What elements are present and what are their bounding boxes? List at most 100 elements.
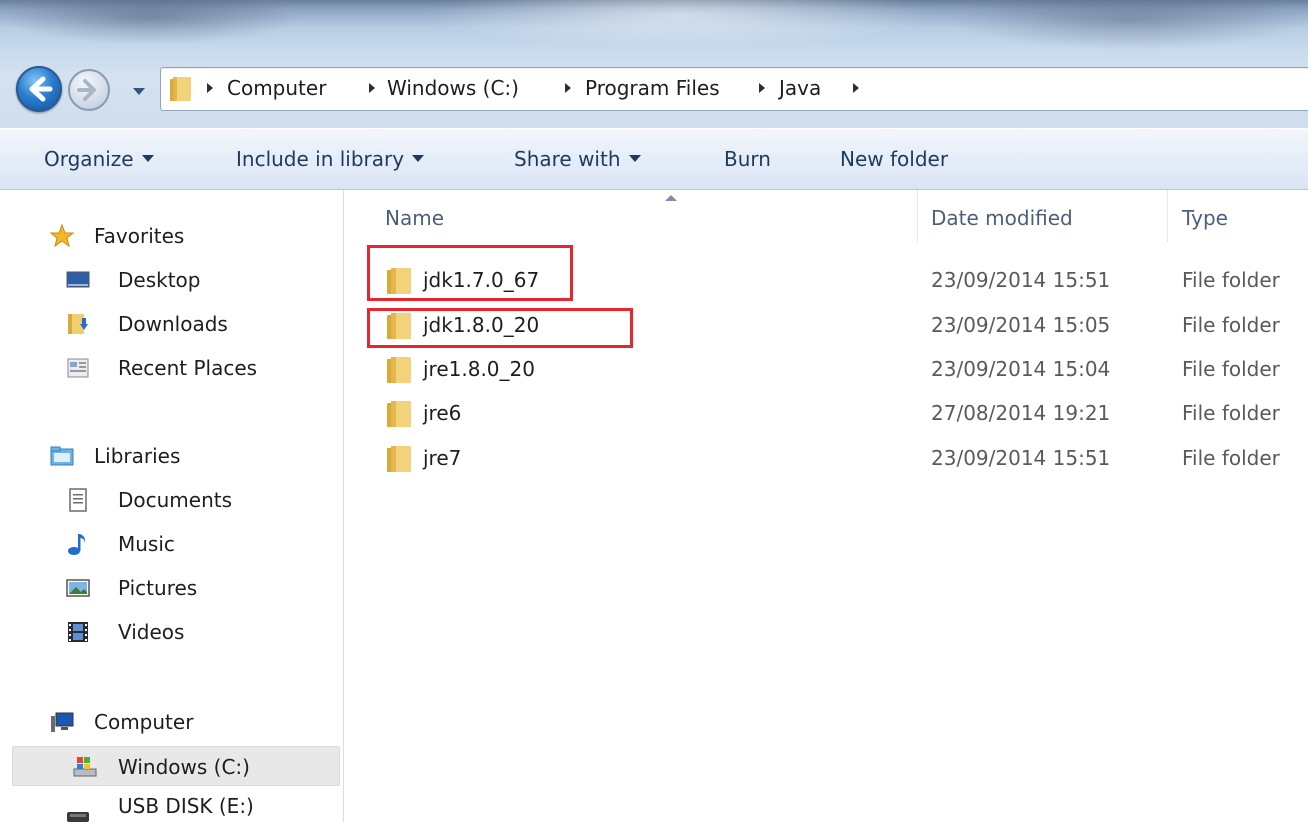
sidebar-item-label: USB DISK (E:)	[118, 794, 254, 818]
sidebar-item-label: Recent Places	[118, 356, 258, 380]
sidebar-item-documents[interactable]: Documents	[0, 480, 344, 520]
breadcrumb-arrow-icon[interactable]	[205, 80, 215, 96]
file-date: 23/09/2014 15:04	[931, 357, 1111, 381]
recent-pages-chevron-icon[interactable]	[130, 82, 148, 100]
sidebar-item-computer[interactable]: Computer	[0, 702, 344, 742]
column-separator[interactable]	[1167, 190, 1168, 242]
file-name: jre6	[423, 401, 462, 425]
titlebar-glare	[0, 0, 300, 45]
titlebar-glare	[420, 0, 940, 50]
folder-icon	[387, 268, 411, 294]
hard-drive-icon	[73, 757, 97, 777]
sidebar-item-usb-disk[interactable]: USB DISK (E:)	[0, 792, 344, 822]
sidebar-item-desktop[interactable]: Desktop	[0, 260, 344, 300]
new-folder-button[interactable]: New folder	[840, 147, 948, 171]
file-type: File folder	[1182, 313, 1280, 337]
file-date: 23/09/2014 15:51	[931, 446, 1111, 470]
downloads-folder-icon	[68, 314, 88, 334]
column-separator[interactable]	[917, 190, 918, 242]
sidebar-item-label: Windows (C:)	[118, 755, 250, 779]
table-row[interactable]: jdk1.7.0_67 23/09/2014 15:51 File folder	[345, 260, 1308, 304]
file-type: File folder	[1182, 401, 1280, 425]
file-list: Name Date modified Type jdk1.7.0_67 23/0…	[345, 190, 1308, 822]
file-name: jre1.8.0_20	[423, 357, 535, 381]
documents-icon	[69, 488, 87, 512]
table-row[interactable]: jre1.8.0_20 23/09/2014 15:04 File folder	[345, 349, 1308, 393]
sidebar-item-pictures[interactable]: Pictures	[0, 568, 344, 608]
breadcrumb-windows-c[interactable]: Windows (C:)	[387, 76, 519, 100]
file-name: jre7	[423, 446, 462, 470]
sidebar-item-label: Favorites	[94, 224, 185, 248]
file-type: File folder	[1182, 268, 1280, 292]
sidebar-item-recent-places[interactable]: Recent Places	[0, 348, 344, 388]
file-type: File folder	[1182, 446, 1280, 470]
file-date: 27/08/2014 19:21	[931, 401, 1111, 425]
star-icon	[50, 224, 74, 248]
sidebar-item-label: Libraries	[94, 444, 181, 468]
folder-icon	[387, 446, 411, 472]
sort-ascending-icon	[665, 195, 677, 201]
folder-icon	[387, 401, 411, 427]
folder-icon	[387, 357, 411, 383]
column-header-name[interactable]: Name	[385, 206, 444, 230]
computer-icon	[51, 712, 74, 732]
organize-label: Organize	[44, 147, 134, 171]
include-in-library-label: Include in library	[236, 147, 405, 171]
breadcrumb-arrow-icon[interactable]	[367, 80, 377, 96]
folder-icon	[170, 77, 191, 101]
forward-button[interactable]	[68, 69, 110, 111]
burn-button[interactable]: Burn	[724, 147, 771, 171]
sidebar-item-music[interactable]: Music	[0, 524, 344, 564]
navigation-pane: Favorites Desktop Downloads Recent Place…	[0, 190, 344, 822]
sidebar-item-libraries[interactable]: Libraries	[0, 436, 344, 476]
desktop-icon	[66, 271, 90, 288]
table-row[interactable]: jre6 27/08/2014 19:21 File folder	[345, 393, 1308, 437]
table-row[interactable]: jdk1.8.0_20 23/09/2014 15:05 File folder	[345, 305, 1308, 349]
sidebar-item-favorites[interactable]: Favorites	[0, 216, 344, 256]
back-button[interactable]	[16, 66, 62, 112]
file-type: File folder	[1182, 357, 1280, 381]
file-name: jdk1.7.0_67	[423, 268, 540, 292]
chevron-down-icon	[412, 155, 425, 162]
sidebar-item-label: Documents	[118, 488, 233, 512]
chevron-down-icon	[141, 155, 154, 162]
column-header-date-modified[interactable]: Date modified	[931, 206, 1073, 230]
column-header-type[interactable]: Type	[1182, 206, 1228, 230]
sidebar-item-label: Desktop	[118, 268, 201, 292]
breadcrumb-arrow-icon[interactable]	[851, 80, 861, 96]
titlebar-glare	[950, 0, 1308, 50]
back-arrow-icon	[29, 76, 53, 102]
sidebar-item-windows-c[interactable]: Windows (C:)	[12, 746, 340, 786]
breadcrumb-java[interactable]: Java	[779, 76, 821, 100]
recent-places-icon	[67, 358, 89, 378]
breadcrumb-program-files[interactable]: Program Files	[585, 76, 720, 100]
chevron-down-icon	[628, 155, 641, 162]
sidebar-item-label: Music	[118, 532, 175, 556]
command-toolbar: Organize Include in library Share with B…	[0, 128, 1308, 190]
share-with-button[interactable]: Share with	[514, 147, 641, 171]
table-row[interactable]: jre7 23/09/2014 15:51 File folder	[345, 438, 1308, 482]
sidebar-item-label: Computer	[94, 710, 194, 734]
breadcrumb-arrow-icon[interactable]	[757, 80, 767, 96]
sidebar-item-label: Downloads	[118, 312, 228, 336]
forward-arrow-icon	[77, 79, 96, 101]
address-bar[interactable]: Computer Windows (C:) Program Files Java	[160, 67, 1308, 111]
libraries-icon	[50, 446, 74, 466]
music-note-icon	[68, 534, 85, 555]
sidebar-item-label: Videos	[118, 620, 185, 644]
folder-icon	[387, 313, 411, 339]
file-date: 23/09/2014 15:05	[931, 313, 1111, 337]
window-titlebar: Computer Windows (C:) Program Files Java	[0, 0, 1308, 128]
organize-button[interactable]: Organize	[44, 147, 154, 171]
sidebar-item-downloads[interactable]: Downloads	[0, 304, 344, 344]
sidebar-item-label: Pictures	[118, 576, 198, 600]
usb-drive-icon	[67, 812, 89, 822]
file-name: jdk1.8.0_20	[423, 313, 540, 337]
breadcrumb-computer[interactable]: Computer	[227, 76, 326, 100]
file-date: 23/09/2014 15:51	[931, 268, 1111, 292]
sidebar-item-videos[interactable]: Videos	[0, 612, 344, 652]
videos-film-icon	[68, 622, 88, 642]
include-in-library-button[interactable]: Include in library	[236, 147, 425, 171]
share-with-label: Share with	[514, 147, 621, 171]
breadcrumb-arrow-icon[interactable]	[563, 80, 573, 96]
